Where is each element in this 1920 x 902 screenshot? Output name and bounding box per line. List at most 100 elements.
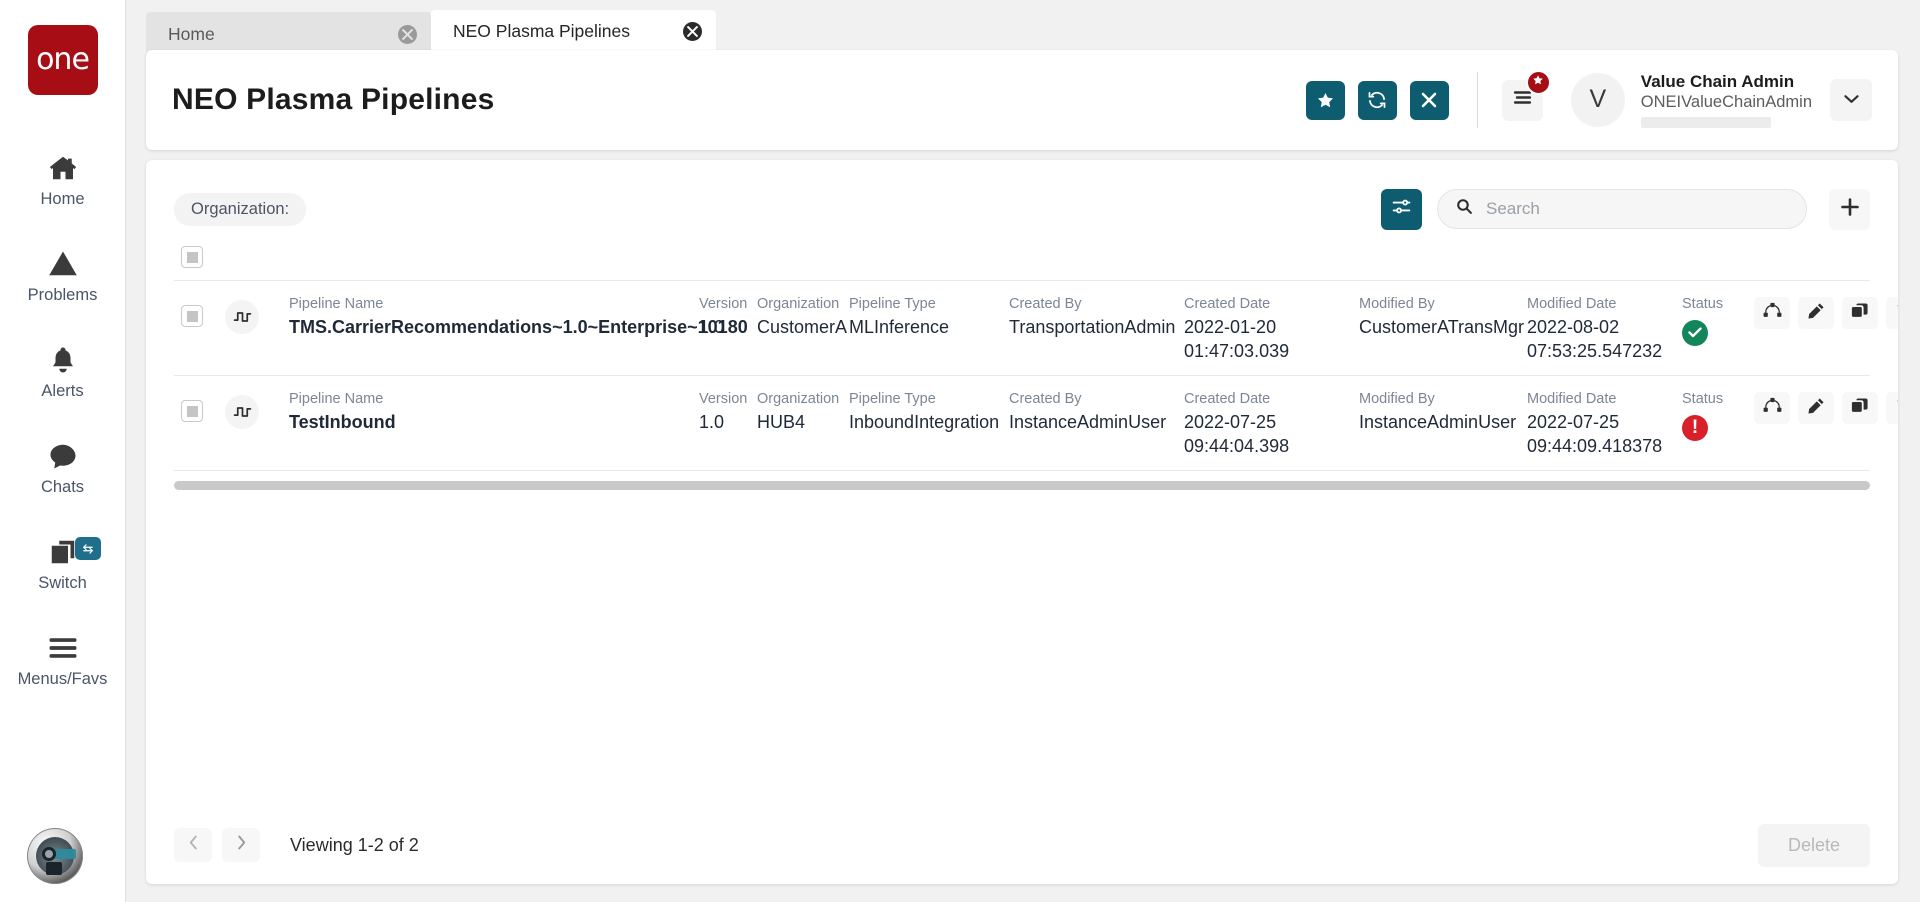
row-checkbox[interactable] (181, 305, 203, 327)
select-all-row (174, 234, 1870, 280)
warning-triangle-icon (45, 247, 81, 281)
checkbox-indicator (186, 405, 198, 417)
value-version: 1.0 (699, 411, 725, 432)
cell-organization: Organization CustomerA (757, 295, 849, 339)
menu-lines-icon (1512, 90, 1533, 110)
row-checkbox[interactable] (181, 400, 203, 423)
label-created-date: Created Date (1184, 296, 1271, 312)
value-modified-date-line2: 09:44:09.418378 (1527, 436, 1663, 457)
user-profile[interactable]: V Value Chain Admin ONEIValueChainAdmin (1570, 72, 1812, 129)
cell-pipeline-type: Pipeline Type InboundIntegration (849, 390, 1009, 434)
cell-organization: Organization HUB4 (757, 390, 849, 434)
edit-button[interactable] (1798, 392, 1834, 425)
user-menu-toggle[interactable] (1830, 79, 1872, 121)
favorite-button[interactable] (1305, 80, 1345, 120)
copy-icon (1851, 397, 1869, 420)
value-modified-date-line1: 2022-07-25 (1527, 411, 1620, 432)
user-meta: Value Chain Admin ONEIValueChainAdmin (1640, 72, 1812, 129)
filter-button[interactable] (1381, 188, 1422, 230)
brand-logo[interactable]: one (27, 25, 98, 95)
cell-version: Version 1.0 (699, 295, 757, 339)
value-created-by: InstanceAdminUser (1009, 411, 1167, 432)
label-created-by: Created By (1009, 296, 1082, 312)
delete-row-button[interactable] (1886, 392, 1898, 425)
cell-version: Version 1.0 (699, 390, 757, 434)
value-modified-date-line1: 2022-08-02 (1527, 316, 1620, 337)
next-page-button[interactable] (222, 828, 260, 862)
row-cells: Pipeline Name TestInbound Version 1.0 Or… (259, 390, 1754, 458)
edit-button[interactable] (1798, 297, 1834, 329)
organization-filter-chip[interactable]: Organization: (174, 192, 307, 226)
status-badge-success (1682, 319, 1708, 346)
pipeline-signal-icon (225, 300, 259, 334)
page-header-card: NEO Plasma Pipelines V Value Chain Admin… (146, 50, 1898, 150)
cell-created-date: Created Date 2022-01-20 01:47:03.039 (1184, 295, 1359, 363)
pipelines-table: Pipeline Name TMS.CarrierRecommendations… (146, 234, 1898, 806)
value-created-by: TransportationAdmin (1009, 316, 1176, 337)
tab-home-label: Home (168, 23, 215, 44)
x-icon (1421, 92, 1437, 108)
node-graph-icon (1763, 397, 1782, 419)
sidebar-item-home[interactable]: Home (0, 131, 125, 227)
view-graph-button[interactable] (1754, 297, 1790, 329)
chevron-right-icon (236, 835, 247, 855)
refresh-button[interactable] (1357, 80, 1397, 120)
sidebar-item-switch[interactable]: Switch (0, 515, 125, 611)
trash-icon (1896, 397, 1898, 420)
horizontal-scrollbar[interactable] (174, 481, 1870, 491)
value-created-date-line2: 09:44:04.398 (1184, 436, 1290, 457)
label-organization: Organization (757, 296, 840, 312)
user-globe-avatar[interactable] (27, 828, 83, 884)
copy-button[interactable] (1842, 392, 1878, 425)
user-detail-redacted (1640, 117, 1771, 129)
close-button[interactable] (1409, 80, 1449, 120)
row-action-buttons (1754, 297, 1898, 329)
sidebar-item-problems[interactable]: Problems (0, 227, 125, 323)
checkbox-indicator (186, 310, 198, 322)
select-all-checkbox[interactable] (181, 246, 203, 268)
close-circle-icon[interactable] (683, 22, 702, 41)
delete-row-button[interactable] (1886, 297, 1898, 329)
avatar-body (46, 862, 62, 875)
sidebar-item-menus-favs[interactable]: Menus/Favs (0, 611, 125, 707)
label-modified-by: Modified By (1359, 391, 1435, 408)
add-pipeline-button[interactable] (1829, 188, 1870, 230)
plus-icon (1840, 197, 1860, 222)
checkbox-indicator (186, 251, 198, 263)
sidebar-label-home: Home (40, 189, 85, 208)
sidebar-item-chats[interactable]: Chats (0, 419, 125, 515)
menu-button[interactable] (1501, 69, 1551, 121)
cell-pipeline-type: Pipeline Type MLInference (849, 295, 1009, 339)
label-modified-date: Modified Date (1527, 296, 1617, 312)
cell-created-by: Created By InstanceAdminUser (1009, 390, 1184, 434)
chevron-down-icon (1843, 91, 1859, 109)
label-modified-date: Modified Date (1527, 391, 1617, 408)
trash-icon (1896, 302, 1898, 325)
close-circle-icon[interactable] (398, 24, 417, 44)
left-sidebar: one Home Problems Alerts Chats Switch Me… (0, 0, 126, 902)
label-created-by: Created By (1009, 391, 1082, 408)
value-version: 1.0 (699, 316, 725, 337)
home-icon (45, 151, 81, 185)
copy-button[interactable] (1842, 297, 1878, 329)
sidebar-item-alerts[interactable]: Alerts (0, 323, 125, 419)
search-input[interactable] (1486, 199, 1788, 219)
swap-arrows-icon[interactable] (75, 537, 101, 560)
previous-page-button[interactable] (174, 828, 212, 862)
bell-icon (45, 343, 81, 377)
cell-created-by: Created By TransportationAdmin (1009, 295, 1184, 339)
table-row[interactable]: Pipeline Name TMS.CarrierRecommendations… (174, 281, 1898, 377)
copy-icon (1851, 302, 1869, 325)
label-organization: Organization (757, 391, 840, 408)
table-row[interactable]: Pipeline Name TestInbound Version 1.0 Or… (174, 376, 1898, 472)
label-status: Status (1682, 391, 1724, 408)
value-pipeline-type: MLInference (849, 316, 950, 337)
cell-status: Status (1682, 295, 1754, 346)
view-graph-button[interactable] (1754, 392, 1790, 425)
pencil-icon (1807, 302, 1825, 325)
delete-button[interactable]: Delete (1757, 823, 1870, 867)
header-divider (1476, 72, 1478, 128)
search-box[interactable] (1437, 189, 1807, 229)
refresh-icon (1367, 90, 1387, 110)
main-area: Home NEO Plasma Pipelines NEO Plasma Pip… (126, 0, 1920, 902)
